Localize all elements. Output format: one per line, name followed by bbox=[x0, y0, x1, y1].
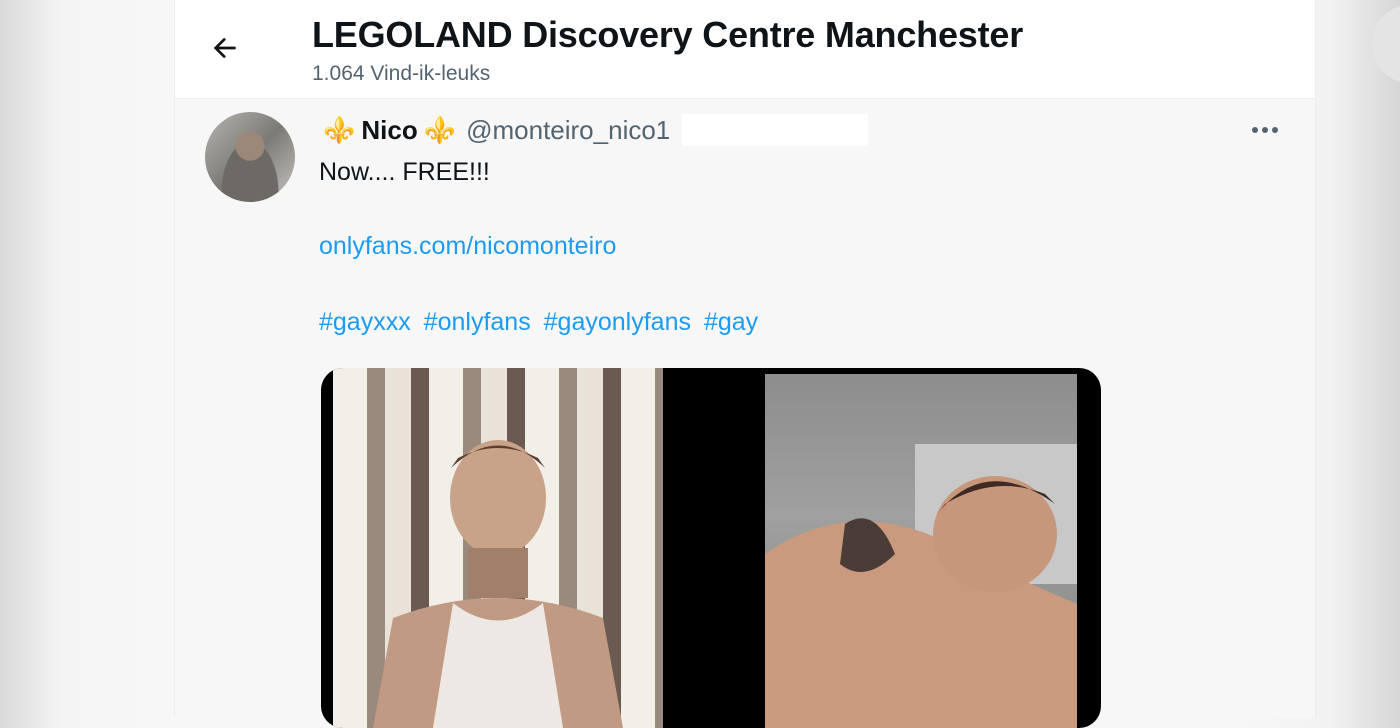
redaction-box bbox=[682, 114, 869, 146]
fleur-de-lis-icon: ⚜️ bbox=[423, 114, 457, 145]
hashtag[interactable]: #gay bbox=[704, 308, 758, 336]
redaction-box bbox=[1124, 6, 1314, 92]
page-title: LEGOLAND Discovery Centre Manchester bbox=[312, 14, 1024, 55]
avatar bbox=[1372, 4, 1400, 84]
media-photo-left[interactable] bbox=[333, 368, 663, 728]
tweet-text: Now.... FREE!!! bbox=[319, 158, 490, 186]
media-photo-right[interactable] bbox=[765, 374, 1077, 728]
more-button[interactable] bbox=[1245, 118, 1285, 144]
hashtag[interactable]: #gayonlyfans bbox=[544, 308, 691, 336]
hashtag[interactable]: #gayxxx bbox=[319, 308, 411, 336]
like-count: 1.064 Vind-ik-leuks bbox=[312, 62, 491, 85]
hashtag[interactable]: #onlyfans bbox=[424, 308, 531, 336]
hashtag-list: #gayxxx #onlyfans #gayonlyfans #gay bbox=[319, 308, 764, 337]
more-horizontal-icon bbox=[1250, 122, 1280, 140]
tweet-author: ⚜️ Nico ⚜️ @monteiro_nico1 bbox=[319, 112, 869, 148]
tweet-link[interactable]: onlyfans.com/nicomonteiro bbox=[319, 232, 616, 261]
avatar[interactable] bbox=[205, 112, 295, 202]
arrow-left-icon bbox=[209, 32, 241, 69]
person-figure bbox=[373, 440, 623, 728]
fleur-de-lis-icon: ⚜️ bbox=[323, 114, 356, 145]
display-name[interactable]: Nico bbox=[361, 115, 417, 146]
user-handle[interactable]: @monteiro_nico1 bbox=[466, 115, 670, 146]
page-column: LEGOLAND Discovery Centre Manchester 1.0… bbox=[174, 0, 1316, 728]
back-button[interactable] bbox=[203, 30, 247, 70]
person-figure bbox=[765, 444, 1077, 728]
tweet-media[interactable] bbox=[321, 368, 1101, 728]
